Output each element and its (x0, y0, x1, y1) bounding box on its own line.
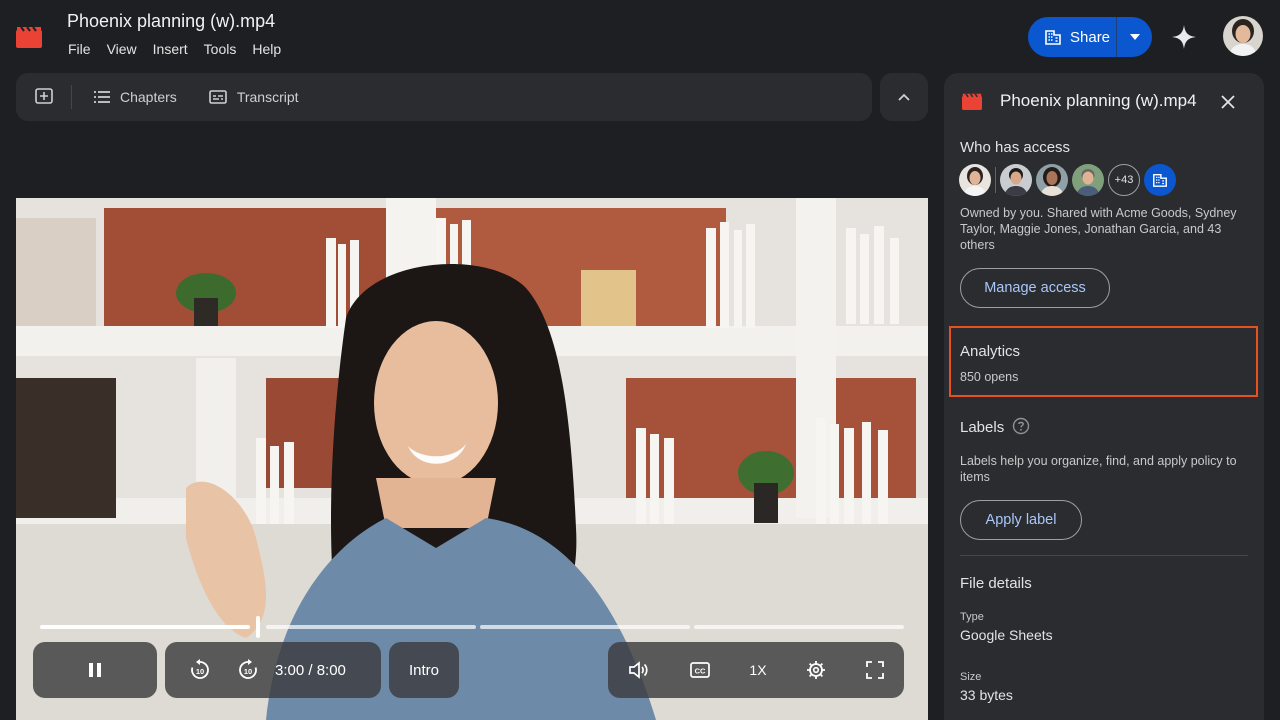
share-options-button[interactable] (1117, 17, 1152, 57)
labels-heading: Labels (960, 419, 1005, 436)
close-icon (1221, 95, 1235, 109)
svg-text:CC: CC (694, 667, 705, 676)
details-panel: Phoenix planning (w).mp4 Who has access … (944, 73, 1264, 720)
apply-label-button[interactable]: Apply label (960, 500, 1082, 540)
menu-file[interactable]: File (68, 41, 91, 57)
size-label: Size (960, 671, 982, 683)
analytics-highlight (949, 326, 1258, 397)
organization-avatar (1144, 164, 1176, 196)
playback-speed-button[interactable]: 1X (749, 662, 766, 678)
svg-text:10: 10 (244, 667, 252, 676)
video-file-icon (16, 26, 42, 48)
rewind-10-icon[interactable]: 10 (189, 659, 211, 681)
captions-icon[interactable]: CC (689, 662, 710, 678)
user-avatar[interactable] (1223, 16, 1263, 56)
avatar (1000, 164, 1032, 196)
size-value: 33 bytes (960, 687, 1013, 703)
pause-icon[interactable] (88, 662, 102, 678)
video-player[interactable]: 10 10 3:00 / 8:00 Intro CC 1X (16, 198, 928, 720)
avatar-divider (995, 167, 996, 193)
add-box-icon (34, 88, 53, 104)
collapse-toolbar-button[interactable] (880, 73, 928, 121)
shared-avatars[interactable]: +43 (959, 164, 1176, 196)
player-settings-group: CC 1X (608, 642, 904, 698)
fullscreen-icon[interactable] (866, 661, 884, 679)
access-description: Owned by you. Shared with Acme Goods, Sy… (960, 206, 1237, 252)
volume-icon[interactable] (628, 661, 650, 679)
close-panel-button[interactable] (1216, 90, 1240, 114)
add-comment-button[interactable] (16, 85, 72, 109)
analytics-value: 850 opens (960, 370, 1019, 384)
chapter-button[interactable]: Intro (389, 642, 459, 698)
labels-description: Labels help you organize, find, and appl… (960, 454, 1237, 484)
play-pause-group (33, 642, 157, 698)
subtitles-icon (209, 90, 227, 104)
more-people-count: +43 (1108, 164, 1140, 196)
menu-tools[interactable]: Tools (204, 41, 237, 57)
chapter-segment (480, 625, 690, 629)
avatar (1036, 164, 1068, 196)
chapter-segment (266, 625, 476, 629)
forward-10-icon[interactable]: 10 (237, 659, 259, 681)
chapters-label: Chapters (120, 89, 177, 105)
avatar (1072, 164, 1104, 196)
video-file-icon (962, 92, 982, 110)
settings-icon[interactable] (806, 660, 826, 680)
seek-group: 10 10 3:00 / 8:00 (165, 642, 381, 698)
building-icon (1045, 30, 1061, 45)
transcript-label: Transcript (236, 89, 299, 105)
chapter-segment (694, 625, 904, 629)
building-icon (1153, 173, 1167, 187)
playhead-handle[interactable] (256, 616, 260, 638)
type-value: Google Sheets (960, 627, 1053, 643)
chapters-button[interactable]: Chapters (78, 73, 193, 121)
progress-played (40, 625, 250, 629)
share-label: Share (1070, 28, 1111, 46)
chevron-up-icon (898, 93, 910, 101)
panel-title: Phoenix planning (w).mp4 (1000, 91, 1197, 110)
help-icon[interactable] (1012, 417, 1030, 435)
type-label: Type (960, 611, 984, 623)
document-title[interactable]: Phoenix planning (w).mp4 (67, 11, 275, 32)
time-display: 3:00 / 8:00 (275, 661, 346, 679)
sparkle-icon[interactable] (1171, 24, 1197, 50)
who-has-access-heading: Who has access (960, 139, 1071, 156)
chapter-label: Intro (408, 661, 439, 679)
transcript-button[interactable]: Transcript (193, 73, 315, 121)
analytics-heading: Analytics (960, 343, 1021, 360)
menu-view[interactable]: View (107, 41, 137, 57)
video-toolbar: Chapters Transcript (16, 73, 872, 121)
progress-bar[interactable] (40, 616, 904, 638)
file-details-heading: File details (960, 575, 1032, 592)
menu-help[interactable]: Help (252, 41, 281, 57)
share-button[interactable]: Share (1028, 17, 1117, 57)
svg-text:10: 10 (196, 667, 204, 676)
list-icon (94, 91, 110, 103)
menu-insert[interactable]: Insert (153, 41, 188, 57)
menu-bar: File View Insert Tools Help (68, 41, 297, 57)
caret-down-icon (1129, 34, 1140, 40)
manage-access-button[interactable]: Manage access (960, 268, 1110, 308)
panel-header: Phoenix planning (w).mp4 (962, 91, 1197, 111)
section-divider (960, 555, 1248, 556)
share-button-group: Share (1028, 17, 1152, 57)
avatar (959, 164, 991, 196)
avatar-image (1223, 16, 1263, 56)
